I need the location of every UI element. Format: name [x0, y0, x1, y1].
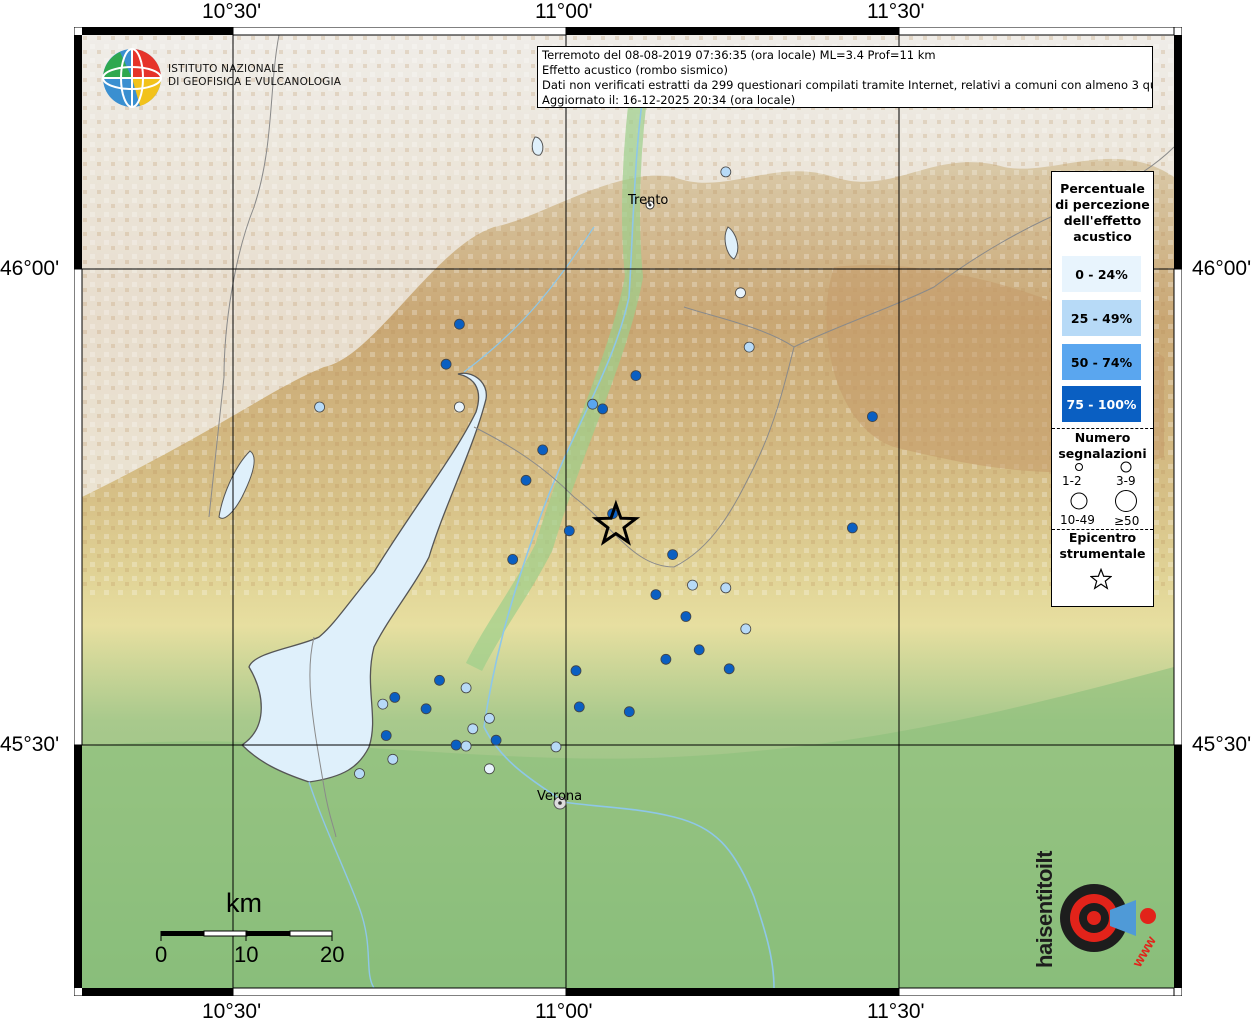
legend-size-3-9: 3-9	[1116, 474, 1136, 488]
city-label-trento: Trento	[628, 193, 669, 208]
scale-label-10: 10	[234, 942, 259, 967]
event-data-note: Dati non verificati estratti da 299 ques…	[542, 78, 1153, 92]
intensity-point-1[interactable]	[735, 287, 746, 299]
lon-label-top-1100: 11°00'	[535, 0, 593, 23]
event-effect: Effetto acustico (rombo sismico)	[542, 63, 728, 77]
intensity-point-38[interactable]	[450, 739, 462, 751]
intensity-point-21[interactable]	[740, 623, 752, 635]
intensity-point-39[interactable]	[460, 740, 472, 752]
intensity-point-23[interactable]	[693, 644, 705, 656]
intensity-point-9[interactable]	[597, 403, 608, 415]
map-frame	[73, 26, 1183, 997]
ingv-name: ISTITUTO NAZIONALE DI GEOFISICA E VULCAN…	[168, 63, 341, 89]
intensity-point-17[interactable]	[667, 549, 678, 560]
intensity-point-19[interactable]	[720, 582, 732, 594]
legend-size-1-2: 1-2	[1062, 474, 1082, 488]
legend-class-2: 50 - 74%	[1062, 344, 1141, 380]
brand-text: haisentitoilterremoto.it	[1032, 850, 1057, 968]
intensity-point-29[interactable]	[389, 692, 401, 703]
legend-star-icon	[1090, 568, 1112, 590]
city-label-verona: Verona	[537, 789, 583, 804]
brand-www: www	[1128, 933, 1159, 970]
legend-title-percentage: Percentuale di percezione dell'effetto a…	[1055, 181, 1150, 244]
lon-label-bottom-1130: 11°30'	[867, 1000, 925, 1023]
intensity-point-27[interactable]	[434, 674, 445, 686]
lat-label-right-4530: 45°30'	[1192, 733, 1252, 756]
lat-label-left-4600: 46°00'	[0, 257, 60, 280]
lat-label-left-4530: 45°30'	[0, 733, 60, 756]
intensity-point-36[interactable]	[380, 730, 392, 741]
event-info-box: Terremoto del 08-08-2019 07:36:35 (ora l…	[537, 46, 1153, 108]
intensity-point-25[interactable]	[660, 653, 672, 665]
map-legend: Percentuale di percezione dell'effetto a…	[1051, 171, 1154, 607]
intensity-point-11[interactable]	[537, 444, 549, 456]
intensity-point-24[interactable]	[570, 665, 582, 677]
intensity-point-20[interactable]	[650, 589, 662, 600]
legend-size-10-49: 10-49	[1060, 513, 1095, 527]
legend-class-1: 25 - 49%	[1062, 300, 1141, 336]
legend-title-epicenter: Epicentro strumentale	[1059, 530, 1146, 561]
intensity-point-18[interactable]	[687, 579, 698, 591]
lon-label-top-1130: 11°30'	[867, 0, 925, 23]
lon-label-bottom-1030: 10°30'	[202, 1000, 262, 1023]
lat-label-right-4600: 46°00'	[1192, 257, 1252, 280]
intensity-point-0[interactable]	[720, 166, 732, 178]
intensity-point-7[interactable]	[453, 401, 465, 413]
intensity-point-4[interactable]	[453, 318, 465, 330]
ingv-name-line2: DI GEOFISICA E VULCANOLOGIA	[168, 76, 342, 88]
event-title: Terremoto del 08-08-2019 07:36:35 (ora l…	[542, 48, 936, 62]
intensity-point-33[interactable]	[623, 706, 635, 718]
intensity-point-28[interactable]	[460, 682, 472, 694]
legend-class-0: 0 - 24%	[1062, 256, 1141, 292]
intensity-point-37[interactable]	[490, 734, 502, 746]
intensity-point-30[interactable]	[377, 698, 389, 710]
legend-size-50plus: ≥50	[1114, 514, 1140, 528]
intensity-point-43[interactable]	[354, 768, 365, 779]
intensity-point-15[interactable]	[847, 522, 858, 534]
intensity-point-32[interactable]	[573, 701, 585, 713]
scale-label-20: 20	[320, 942, 345, 967]
lon-label-bottom-1100: 11°00'	[535, 1000, 593, 1023]
intensity-point-12[interactable]	[520, 474, 532, 486]
ingv-globe-icon	[102, 48, 162, 108]
scale-label-0: 0	[155, 942, 168, 967]
intensity-point-35[interactable]	[467, 723, 479, 735]
intensity-point-14[interactable]	[563, 525, 575, 537]
intensity-point-40[interactable]	[550, 741, 562, 753]
intensity-point-10[interactable]	[867, 411, 878, 423]
intensity-point-2[interactable]	[743, 341, 755, 353]
intensity-point-34[interactable]	[483, 712, 495, 724]
intensity-point-5[interactable]	[440, 358, 452, 370]
intensity-point-22[interactable]	[680, 611, 692, 622]
intensity-point-16[interactable]	[507, 554, 519, 565]
map-canvas[interactable]	[73, 26, 1183, 997]
ingv-name-line1: ISTITUTO NAZIONALE	[168, 63, 285, 75]
legend-class-3: 75 - 100%	[1062, 386, 1141, 422]
intensity-point-31[interactable]	[420, 703, 432, 715]
intensity-point-41[interactable]	[387, 753, 399, 765]
scale-unit: km	[226, 888, 262, 918]
legend-separator	[1052, 428, 1153, 429]
intensity-point-26[interactable]	[723, 663, 735, 675]
brand-logo: haisentitoilterremoto.it www	[1032, 850, 1159, 970]
intensity-point-6[interactable]	[314, 401, 326, 413]
lon-label-top-1030: 10°30'	[202, 0, 262, 23]
intensity-point-3[interactable]	[630, 370, 642, 382]
event-updated: Aggiornato il: 16-12-2025 20:34 (ora loc…	[542, 93, 796, 107]
intensity-point-42[interactable]	[483, 763, 495, 775]
intensity-point-8[interactable]	[587, 398, 598, 410]
